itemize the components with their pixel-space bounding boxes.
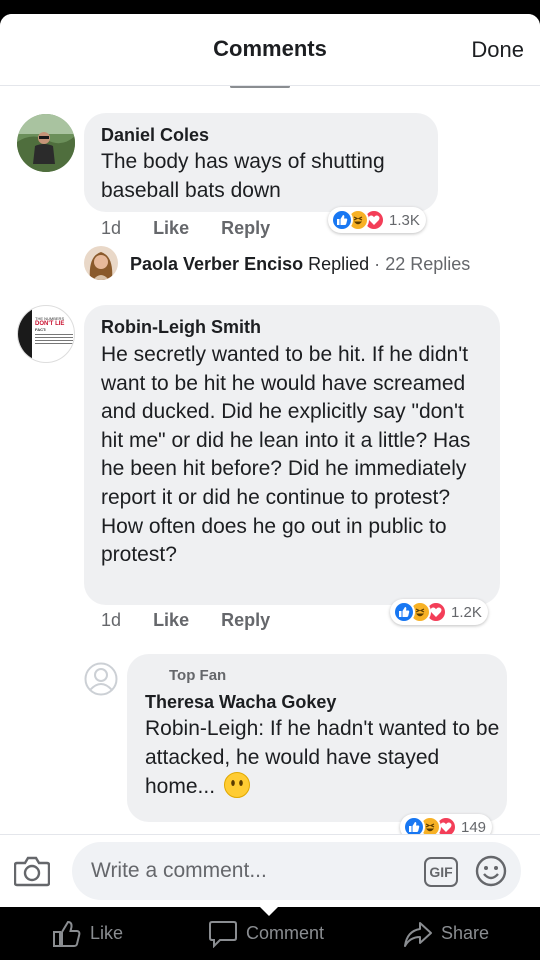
share-action-button[interactable]: Share xyxy=(403,907,489,960)
avatar-text-lines xyxy=(35,343,73,344)
reactions-summary[interactable]: 1.3K xyxy=(328,207,426,233)
like-reaction-icon xyxy=(331,209,353,231)
face-without-mouth-emoji-icon xyxy=(223,772,250,799)
like-action-label: Like xyxy=(90,923,124,943)
comment-icon xyxy=(209,920,237,948)
avatar-text-lines xyxy=(35,334,73,335)
comment-meta: 1d Like Reply xyxy=(101,218,270,239)
avatar[interactable] xyxy=(84,662,118,696)
reply-author[interactable]: Theresa Wacha Gokey xyxy=(145,692,336,713)
separator: · xyxy=(374,254,381,274)
replied-label: Replied xyxy=(308,254,370,274)
comment-text: The body has ways of shutting baseball b… xyxy=(101,150,385,202)
like-button[interactable]: Like xyxy=(153,610,189,630)
gif-button[interactable]: GIF xyxy=(424,857,458,887)
comment-time: 1d xyxy=(101,610,122,630)
avatar-graphic xyxy=(18,306,32,362)
reaction-count: 1.2K xyxy=(451,603,482,621)
comment-time: 1d xyxy=(101,218,122,238)
reaction-count: 1.3K xyxy=(389,211,420,229)
avatar-caption: THE NUMBERS DON'T LIE FACT: xyxy=(35,316,73,344)
replies-summary[interactable]: Paola Verber Enciso Replied · 22 Replies xyxy=(130,254,470,275)
like-action-button[interactable]: Like xyxy=(52,907,123,960)
reactions-summary[interactable]: 1.2K xyxy=(390,599,488,625)
comment-text: He secretly wanted to be hit. If he didn… xyxy=(101,343,471,567)
avatar[interactable]: THE NUMBERS DON'T LIE FACT: xyxy=(17,305,75,363)
like-reaction-icon xyxy=(393,601,415,623)
top-fan-badge: Top Fan xyxy=(169,667,227,684)
reply-button[interactable]: Reply xyxy=(221,610,270,630)
avatar-text-lines xyxy=(35,337,73,338)
replies-count[interactable]: 22 Replies xyxy=(385,254,470,274)
page-title: Comments xyxy=(213,36,327,61)
avatar[interactable] xyxy=(84,246,118,280)
done-button[interactable]: Done xyxy=(471,37,524,63)
like-button[interactable]: Like xyxy=(153,218,189,238)
comment-composer: Write a comment... GIF xyxy=(0,834,540,907)
avatar[interactable] xyxy=(17,114,75,172)
comments-header: Comments Done xyxy=(0,14,540,86)
comment-author[interactable]: Robin-Leigh Smith xyxy=(101,317,261,338)
share-icon xyxy=(404,921,432,947)
avatar-text-lines xyxy=(35,340,73,341)
camera-icon[interactable] xyxy=(13,855,51,887)
emoji-icon[interactable] xyxy=(475,855,507,887)
reply-text: Robin-Leigh: If he hadn't wanted to be a… xyxy=(145,717,500,799)
comment-action-label: Comment xyxy=(246,923,325,943)
comment-input[interactable]: Write a comment... GIF xyxy=(72,842,521,900)
reply-author[interactable]: Paola Verber Enciso xyxy=(130,254,303,274)
share-action-label: Share xyxy=(441,923,490,943)
comment-placeholder: Write a comment... xyxy=(91,859,267,882)
reply-button[interactable]: Reply xyxy=(221,218,270,238)
comments-sheet: Comments Done Daniel Coles The body has … xyxy=(0,14,540,907)
scrolled-content-edge xyxy=(200,86,490,90)
comment-author[interactable]: Daniel Coles xyxy=(101,125,209,146)
sheet-pointer xyxy=(258,905,280,916)
thumbs-up-icon xyxy=(53,920,81,947)
reaction-count: 149 xyxy=(461,818,487,836)
comment-meta: 1d Like Reply xyxy=(101,610,270,631)
